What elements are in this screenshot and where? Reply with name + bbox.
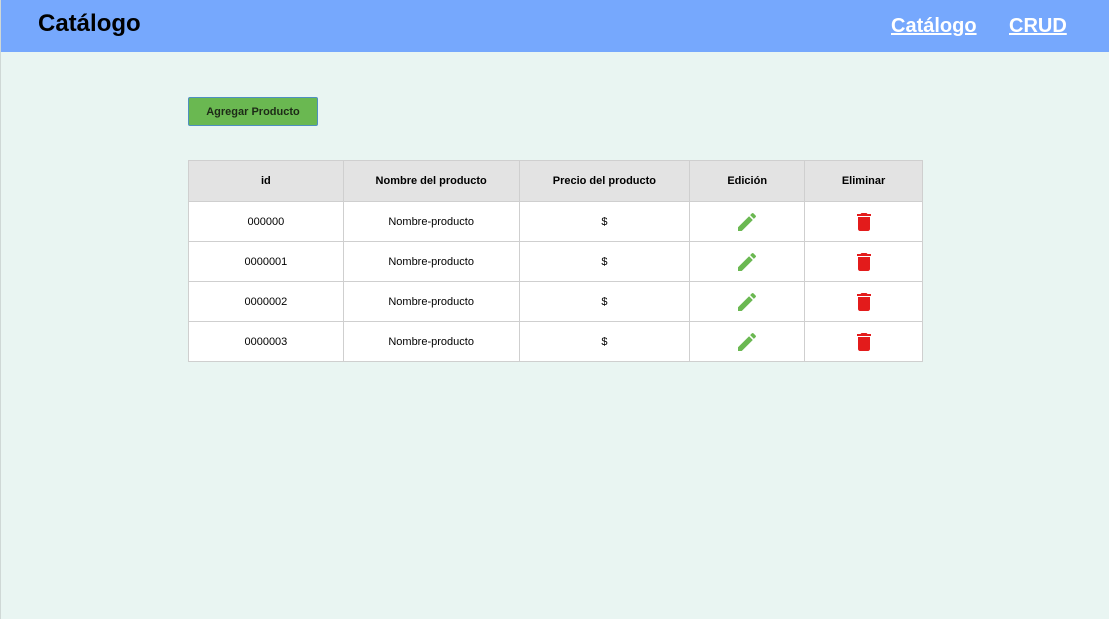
cell-name: Nombre-producto [342, 201, 520, 242]
nav-link-catalogo[interactable]: Catálogo [891, 15, 977, 38]
cell-edit [689, 241, 806, 282]
table-body: 000000 Nombre-producto $ 0000001 Nombre-… [188, 201, 923, 362]
table-row: 0000002 Nombre-producto $ [188, 281, 923, 322]
nav-link-crud[interactable]: CRUD [1009, 15, 1067, 38]
column-header-price: Precio del producto [518, 160, 691, 202]
brand-title: Catálogo [38, 10, 141, 37]
pencil-icon[interactable] [735, 250, 759, 274]
pencil-icon[interactable] [735, 330, 759, 354]
products-table: id Nombre del producto Precio del produc… [188, 160, 923, 362]
pencil-icon[interactable] [735, 210, 759, 234]
navbar: Catálogo Catálogo CRUD [1, 0, 1109, 52]
cell-edit [689, 201, 806, 242]
table-row: 000000 Nombre-producto $ [188, 201, 923, 242]
trash-icon[interactable] [852, 330, 876, 354]
cell-name: Nombre-producto [342, 281, 520, 322]
cell-delete [804, 281, 923, 322]
table-row: 0000001 Nombre-producto $ [188, 241, 923, 282]
column-header-edit: Edición [689, 160, 806, 202]
page: Catálogo Catálogo CRUD Agregar Producto … [0, 0, 1109, 619]
cell-price: $ [518, 321, 691, 362]
pencil-icon[interactable] [735, 290, 759, 314]
cell-id: 000000 [188, 201, 344, 242]
column-header-id: id [188, 160, 344, 202]
cell-delete [804, 241, 923, 282]
cell-delete [804, 201, 923, 242]
add-product-button[interactable]: Agregar Producto [188, 97, 318, 126]
cell-id: 0000001 [188, 241, 344, 282]
trash-icon[interactable] [852, 250, 876, 274]
cell-price: $ [518, 201, 691, 242]
table-header-row: id Nombre del producto Precio del produc… [188, 160, 923, 202]
cell-name: Nombre-producto [342, 321, 520, 362]
trash-icon[interactable] [852, 290, 876, 314]
cell-edit [689, 281, 806, 322]
table-header: id Nombre del producto Precio del produc… [188, 160, 923, 202]
cell-price: $ [518, 241, 691, 282]
cell-delete [804, 321, 923, 362]
trash-icon[interactable] [852, 210, 876, 234]
cell-id: 0000002 [188, 281, 344, 322]
cell-id: 0000003 [188, 321, 344, 362]
cell-edit [689, 321, 806, 362]
column-header-name: Nombre del producto [342, 160, 520, 202]
column-header-delete: Eliminar [804, 160, 923, 202]
cell-price: $ [518, 281, 691, 322]
cell-name: Nombre-producto [342, 241, 520, 282]
table-row: 0000003 Nombre-producto $ [188, 321, 923, 362]
